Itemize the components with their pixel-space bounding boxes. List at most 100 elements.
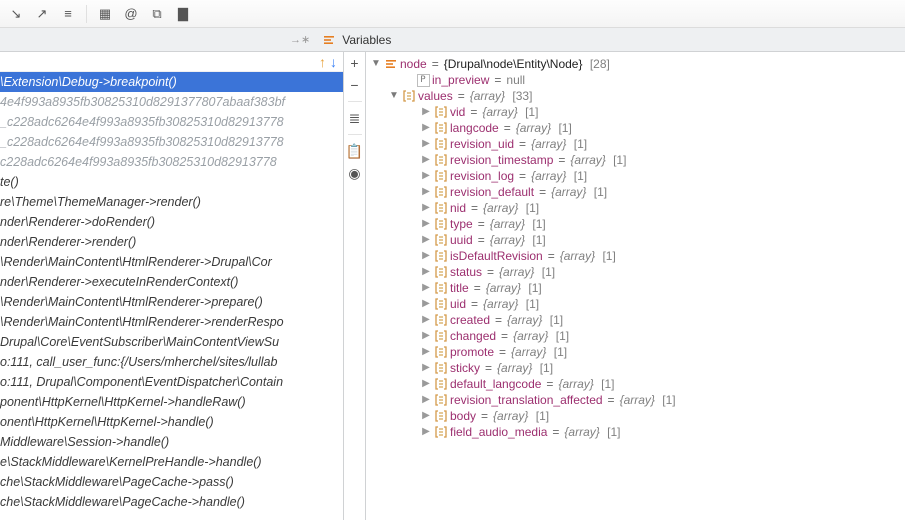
tree-node[interactable]: status={array} [1] (366, 264, 905, 280)
var-value: {array} (551, 184, 586, 200)
tree-node-values[interactable]: values = {array} [33] (366, 88, 905, 104)
tree-node[interactable]: promote={array} [1] (366, 344, 905, 360)
chevron-right-icon[interactable] (420, 200, 432, 216)
chevron-down-icon[interactable] (370, 56, 382, 72)
tree-node[interactable]: revision_uid={array} [1] (366, 136, 905, 152)
stack-frame[interactable]: _c228adc6264e4f993a8935fb30825310d829137… (0, 132, 343, 152)
chevron-right-icon[interactable] (420, 360, 432, 376)
chevron-right-icon[interactable] (420, 248, 432, 264)
stack-frame[interactable]: e\StackMiddleware\KernelPreHandle->handl… (0, 452, 343, 472)
step-out-icon[interactable]: ↘ (6, 4, 26, 24)
stack-frame[interactable]: ponent\HttpKernel\HttpKernel->handleRaw(… (0, 392, 343, 412)
stack-frame[interactable]: \Render\MainContent\HtmlRenderer->Drupal… (0, 252, 343, 272)
equals: = (499, 344, 506, 360)
property-icon: P (416, 73, 430, 87)
tree-node[interactable]: P in_preview = null (366, 72, 905, 88)
tree-node[interactable]: type={array} [1] (366, 216, 905, 232)
stack-frame[interactable]: Drupal\Core\EventSubscriber\MainContentV… (0, 332, 343, 352)
tree-node[interactable]: uid={array} [1] (366, 296, 905, 312)
stack-frame[interactable]: o:111, call_user_func:{/Users/mherchel/s… (0, 352, 343, 372)
stack-frame[interactable]: _c228adc6264e4f993a8935fb30825310d829137… (0, 112, 343, 132)
stack-frame[interactable]: c228adc6264e4f993a8935fb30825310d8291377… (0, 152, 343, 172)
stack-frame[interactable]: o:111, Drupal\Component\EventDispatcher\… (0, 372, 343, 392)
stack-frame[interactable]: re\Theme\ThemeManager->render() (0, 192, 343, 212)
chevron-right-icon[interactable] (420, 264, 432, 280)
stack-frame[interactable]: \Extension\Debug->breakpoint() (0, 72, 343, 92)
chevron-right-icon[interactable] (420, 376, 432, 392)
chevron-right-icon[interactable] (420, 312, 432, 328)
pin-icon[interactable]: →∗ (290, 33, 310, 46)
tree-node[interactable]: default_langcode={array} [1] (366, 376, 905, 392)
watch-icon[interactable]: ◉ (346, 164, 364, 182)
clipboard-icon[interactable]: 📋 (346, 142, 364, 160)
chevron-right-icon[interactable] (420, 408, 432, 424)
chevron-right-icon[interactable] (420, 184, 432, 200)
stack-frame[interactable]: \Render\MainContent\HtmlRenderer->render… (0, 312, 343, 332)
stack-frame[interactable]: onent\HttpKernel\HttpKernel->handle() (0, 412, 343, 432)
stack-down-icon[interactable]: ↓ (330, 54, 337, 70)
tree-node[interactable]: body={array} [1] (366, 408, 905, 424)
chevron-right-icon[interactable] (420, 216, 432, 232)
variables-pane: node = {Drupal\node\Entity\Node} [28] P … (366, 52, 905, 520)
chevron-right-icon[interactable] (420, 392, 432, 408)
filter-icon[interactable]: ≣ (346, 109, 364, 127)
tree-node-root[interactable]: node = {Drupal\node\Entity\Node} [28] (366, 56, 905, 72)
tree-node[interactable]: langcode={array} [1] (366, 120, 905, 136)
tree-node[interactable]: isDefaultRevision={array} [1] (366, 248, 905, 264)
var-name: created (450, 312, 490, 328)
main-panes: ↑ ↓ \Extension\Debug->breakpoint()4e4f99… (0, 52, 905, 520)
chevron-right-icon[interactable] (420, 280, 432, 296)
stack-frame[interactable]: che\StackMiddleware\PageCache->pass() (0, 472, 343, 492)
evaluate-icon[interactable]: ≡ (58, 4, 78, 24)
chevron-down-icon[interactable] (388, 88, 400, 104)
stack-frame[interactable]: nder\Renderer->render() (0, 232, 343, 252)
stack-frame[interactable]: te() (0, 172, 343, 192)
step-into-icon[interactable]: ↗ (32, 4, 52, 24)
chevron-right-icon[interactable] (420, 424, 432, 440)
tree-node[interactable]: field_audio_media={array} [1] (366, 424, 905, 440)
tree-node[interactable]: uuid={array} [1] (366, 232, 905, 248)
tree-node[interactable]: revision_default={array} [1] (366, 184, 905, 200)
chevron-right-icon[interactable] (420, 104, 432, 120)
tree-node[interactable]: revision_log={array} [1] (366, 168, 905, 184)
tree-node[interactable]: sticky={array} [1] (366, 360, 905, 376)
at-icon[interactable]: @ (121, 4, 141, 24)
chevron-right-icon[interactable] (420, 152, 432, 168)
var-length: [1] (526, 296, 539, 312)
tree-node[interactable]: vid={array} [1] (366, 104, 905, 120)
tree-icon[interactable]: ⧉ (147, 4, 167, 24)
var-value: {array} (511, 344, 546, 360)
grid-icon[interactable]: ▦ (95, 4, 115, 24)
breakpoints-icon[interactable]: ▇ (173, 4, 193, 24)
stack-frame[interactable]: Middleware\Session->handle() (0, 432, 343, 452)
chevron-right-icon[interactable] (420, 232, 432, 248)
stack-up-icon[interactable]: ↑ (319, 54, 326, 70)
array-icon (434, 153, 448, 167)
stack-frame[interactable]: che\StackMiddleware\PageCache->handle() (0, 492, 343, 512)
tree-node[interactable]: nid={array} [1] (366, 200, 905, 216)
chevron-right-icon[interactable] (420, 328, 432, 344)
remove-watch-icon[interactable]: − (346, 76, 364, 94)
var-value: {array} (531, 136, 566, 152)
stack-frame[interactable]: nder\Renderer->doRender() (0, 212, 343, 232)
stack-frame[interactable]: 4e4f993a8935fb30825310d8291377807abaaf38… (0, 92, 343, 112)
chevron-right-icon[interactable] (420, 168, 432, 184)
var-value: {array} (507, 312, 542, 328)
add-watch-icon[interactable]: + (346, 54, 364, 72)
tree-node[interactable]: revision_translation_affected={array} [1… (366, 392, 905, 408)
stack-frame[interactable]: nder\Renderer->executeInRenderContext() (0, 272, 343, 292)
var-length: [1] (554, 344, 567, 360)
chevron-right-icon[interactable] (420, 296, 432, 312)
tree-node[interactable]: created={array} [1] (366, 312, 905, 328)
chevron-right-icon[interactable] (420, 120, 432, 136)
tree-node[interactable]: revision_timestamp={array} [1] (366, 152, 905, 168)
variables-tab-label[interactable]: Variables (342, 33, 391, 47)
tree-node[interactable]: title={array} [1] (366, 280, 905, 296)
chevron-right-icon[interactable] (420, 344, 432, 360)
tree-node[interactable]: changed={array} [1] (366, 328, 905, 344)
var-name: revision_default (450, 184, 534, 200)
array-icon (434, 217, 448, 231)
chevron-right-icon[interactable] (420, 136, 432, 152)
stack-frame[interactable]: \Render\MainContent\HtmlRenderer->prepar… (0, 292, 343, 312)
array-icon (434, 297, 448, 311)
